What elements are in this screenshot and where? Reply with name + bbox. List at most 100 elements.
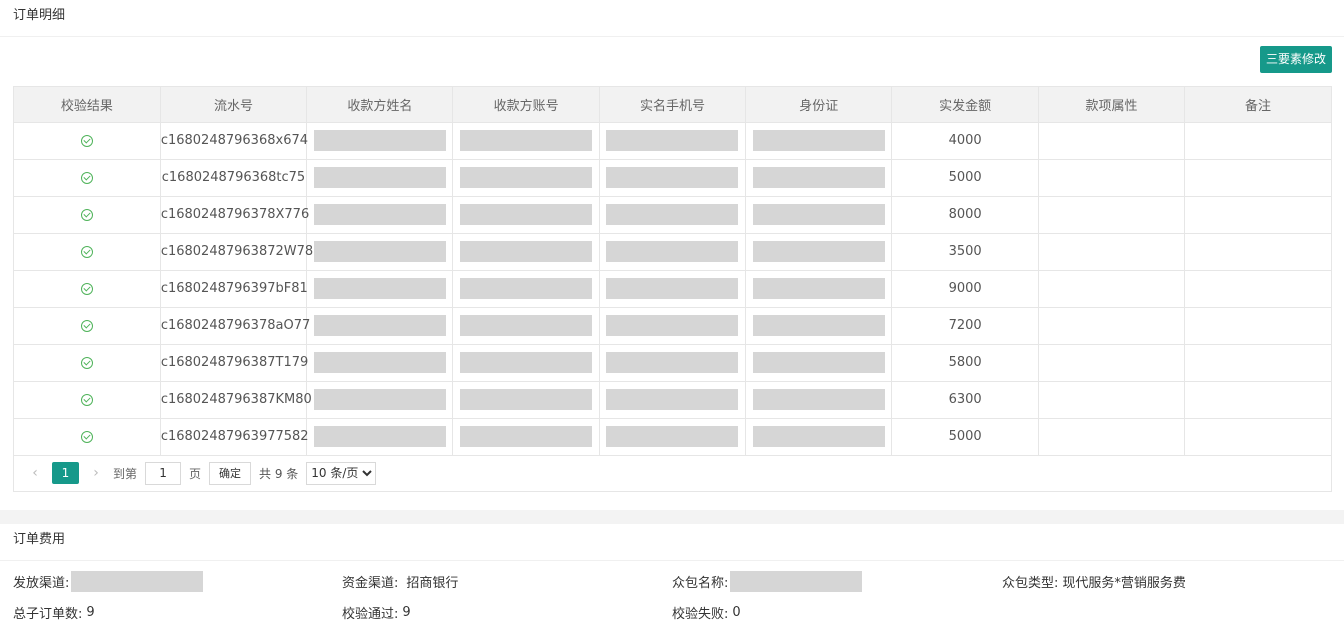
masked-payee-name (313, 278, 446, 299)
next-page-icon[interactable]: › (85, 465, 107, 481)
check-circle-icon (80, 356, 93, 369)
masked-id-card (752, 241, 885, 262)
table-row: c1680248796397bF81 9000 (14, 270, 1331, 308)
phone-cell (599, 270, 747, 308)
table-header-row: 校验结果 流水号 收款方姓名 收款方账号 实名手机号 身份证 实发金额 款项属性… (14, 87, 1331, 123)
serial-cell: c1680248796387KM80 (160, 381, 312, 419)
phone-cell (599, 307, 747, 345)
goto-label: 到第 (113, 466, 138, 481)
payee-name-cell (306, 233, 454, 271)
masked-payee-account (460, 315, 593, 336)
id-card-cell (745, 418, 893, 456)
check-circle-icon (80, 171, 93, 184)
verify-result-cell (14, 381, 161, 419)
payee-name-cell (306, 344, 454, 382)
prev-page-icon[interactable]: ‹ (24, 465, 46, 481)
total-suborders-label: 总子订单数: (13, 606, 83, 622)
issue-channel-label: 发放渠道: (13, 575, 70, 591)
masked-payee-account (460, 352, 593, 373)
serial-cell: c1680248796378aO77 (160, 307, 310, 345)
verify-result-cell (14, 196, 161, 234)
goto-page-input[interactable] (145, 461, 182, 485)
masked-id-card (752, 426, 885, 447)
package-type-field: 众包类型: 现代服务*营销服务费 (1002, 571, 1186, 591)
amount-cell: 8000 (891, 196, 1039, 234)
payee-name-cell (306, 418, 454, 456)
id-card-cell (745, 307, 893, 345)
verify-fail-label: 校验失败: (672, 606, 729, 622)
payee-name-cell (306, 381, 454, 419)
table-row: c16802487963977582 5000 (14, 418, 1331, 456)
masked-phone (606, 130, 739, 151)
remark-cell (1184, 344, 1331, 382)
table-row: c1680248796387T179 5800 (14, 344, 1331, 382)
payment-type-cell (1038, 159, 1186, 197)
package-type-value: 现代服务*营销服务费 (1062, 575, 1186, 591)
phone-cell (599, 196, 747, 234)
masked-id-card (752, 130, 885, 151)
serial-cell: c1680248796368x674 (160, 122, 308, 160)
verify-result-cell (14, 233, 161, 271)
verify-fail-field: 校验失败: 0 (672, 602, 741, 622)
masked-id-card (752, 315, 885, 336)
total-count: 共 9 条 (259, 466, 299, 481)
payment-type-cell (1038, 344, 1186, 382)
column-header-phone: 实名手机号 (599, 87, 747, 123)
payee-name-cell (306, 159, 454, 197)
id-card-cell (745, 122, 893, 160)
payee-account-cell (452, 196, 600, 234)
phone-cell (599, 122, 747, 160)
fee-row-2: 总子订单数: 9 校验通过: 9 校验失败: 0 (0, 602, 1344, 622)
phone-cell (599, 233, 747, 271)
package-name-field: 众包名称: (672, 570, 863, 592)
payee-name-cell (306, 122, 454, 160)
masked-phone (606, 167, 739, 188)
table-row: c1680248796368x674 4000 (14, 122, 1331, 160)
masked-payee-name (313, 352, 446, 373)
verify-result-cell (14, 344, 161, 382)
masked-payee-account (460, 241, 593, 262)
masked-payee-name (313, 389, 446, 410)
masked-payee-account (460, 130, 593, 151)
column-header-serial: 流水号 (160, 87, 308, 123)
payee-account-cell (452, 344, 600, 382)
masked-id-card (752, 204, 885, 225)
id-card-cell (745, 233, 893, 271)
payee-account-cell (452, 381, 600, 419)
amount-cell: 9000 (891, 270, 1039, 308)
phone-cell (599, 381, 747, 419)
remark-cell (1184, 233, 1331, 271)
id-card-cell (745, 159, 893, 197)
masked-payee-name (313, 204, 446, 225)
amount-cell: 7200 (891, 307, 1039, 345)
page-1-button[interactable]: 1 (52, 462, 79, 484)
check-circle-icon (80, 393, 93, 406)
verify-result-cell (14, 418, 161, 456)
masked-payee-account (460, 426, 593, 447)
issue-channel-field: 发放渠道: (13, 570, 204, 592)
verify-result-cell (14, 270, 161, 308)
masked-payee-account (460, 167, 593, 188)
table-row: c1680248796368tc75 5000 (14, 159, 1331, 197)
package-name-label: 众包名称: (672, 575, 729, 591)
verify-pass-field: 校验通过: 9 (342, 602, 411, 622)
three-elements-edit-button[interactable]: 三要素修改 (1260, 46, 1332, 73)
masked-phone (606, 204, 739, 225)
masked-payee-name (313, 167, 446, 188)
phone-cell (599, 159, 747, 197)
page-size-select[interactable]: 10 条/页 (306, 461, 377, 485)
order-detail-title: 订单明细 (0, 0, 1344, 37)
column-header-verify: 校验结果 (14, 87, 161, 123)
payee-account-cell (452, 159, 600, 197)
remark-cell (1184, 270, 1331, 308)
payment-type-cell (1038, 196, 1186, 234)
amount-cell: 5000 (891, 418, 1039, 456)
payee-account-cell (452, 307, 600, 345)
goto-confirm-button[interactable]: 确定 (209, 461, 252, 485)
column-header-payee-account: 收款方账号 (452, 87, 600, 123)
payment-type-cell (1038, 307, 1186, 345)
check-circle-icon (80, 134, 93, 147)
id-card-cell (745, 344, 893, 382)
fund-channel-field: 资金渠道: 招商银行 (342, 571, 458, 591)
fund-channel-label: 资金渠道: (342, 575, 399, 591)
